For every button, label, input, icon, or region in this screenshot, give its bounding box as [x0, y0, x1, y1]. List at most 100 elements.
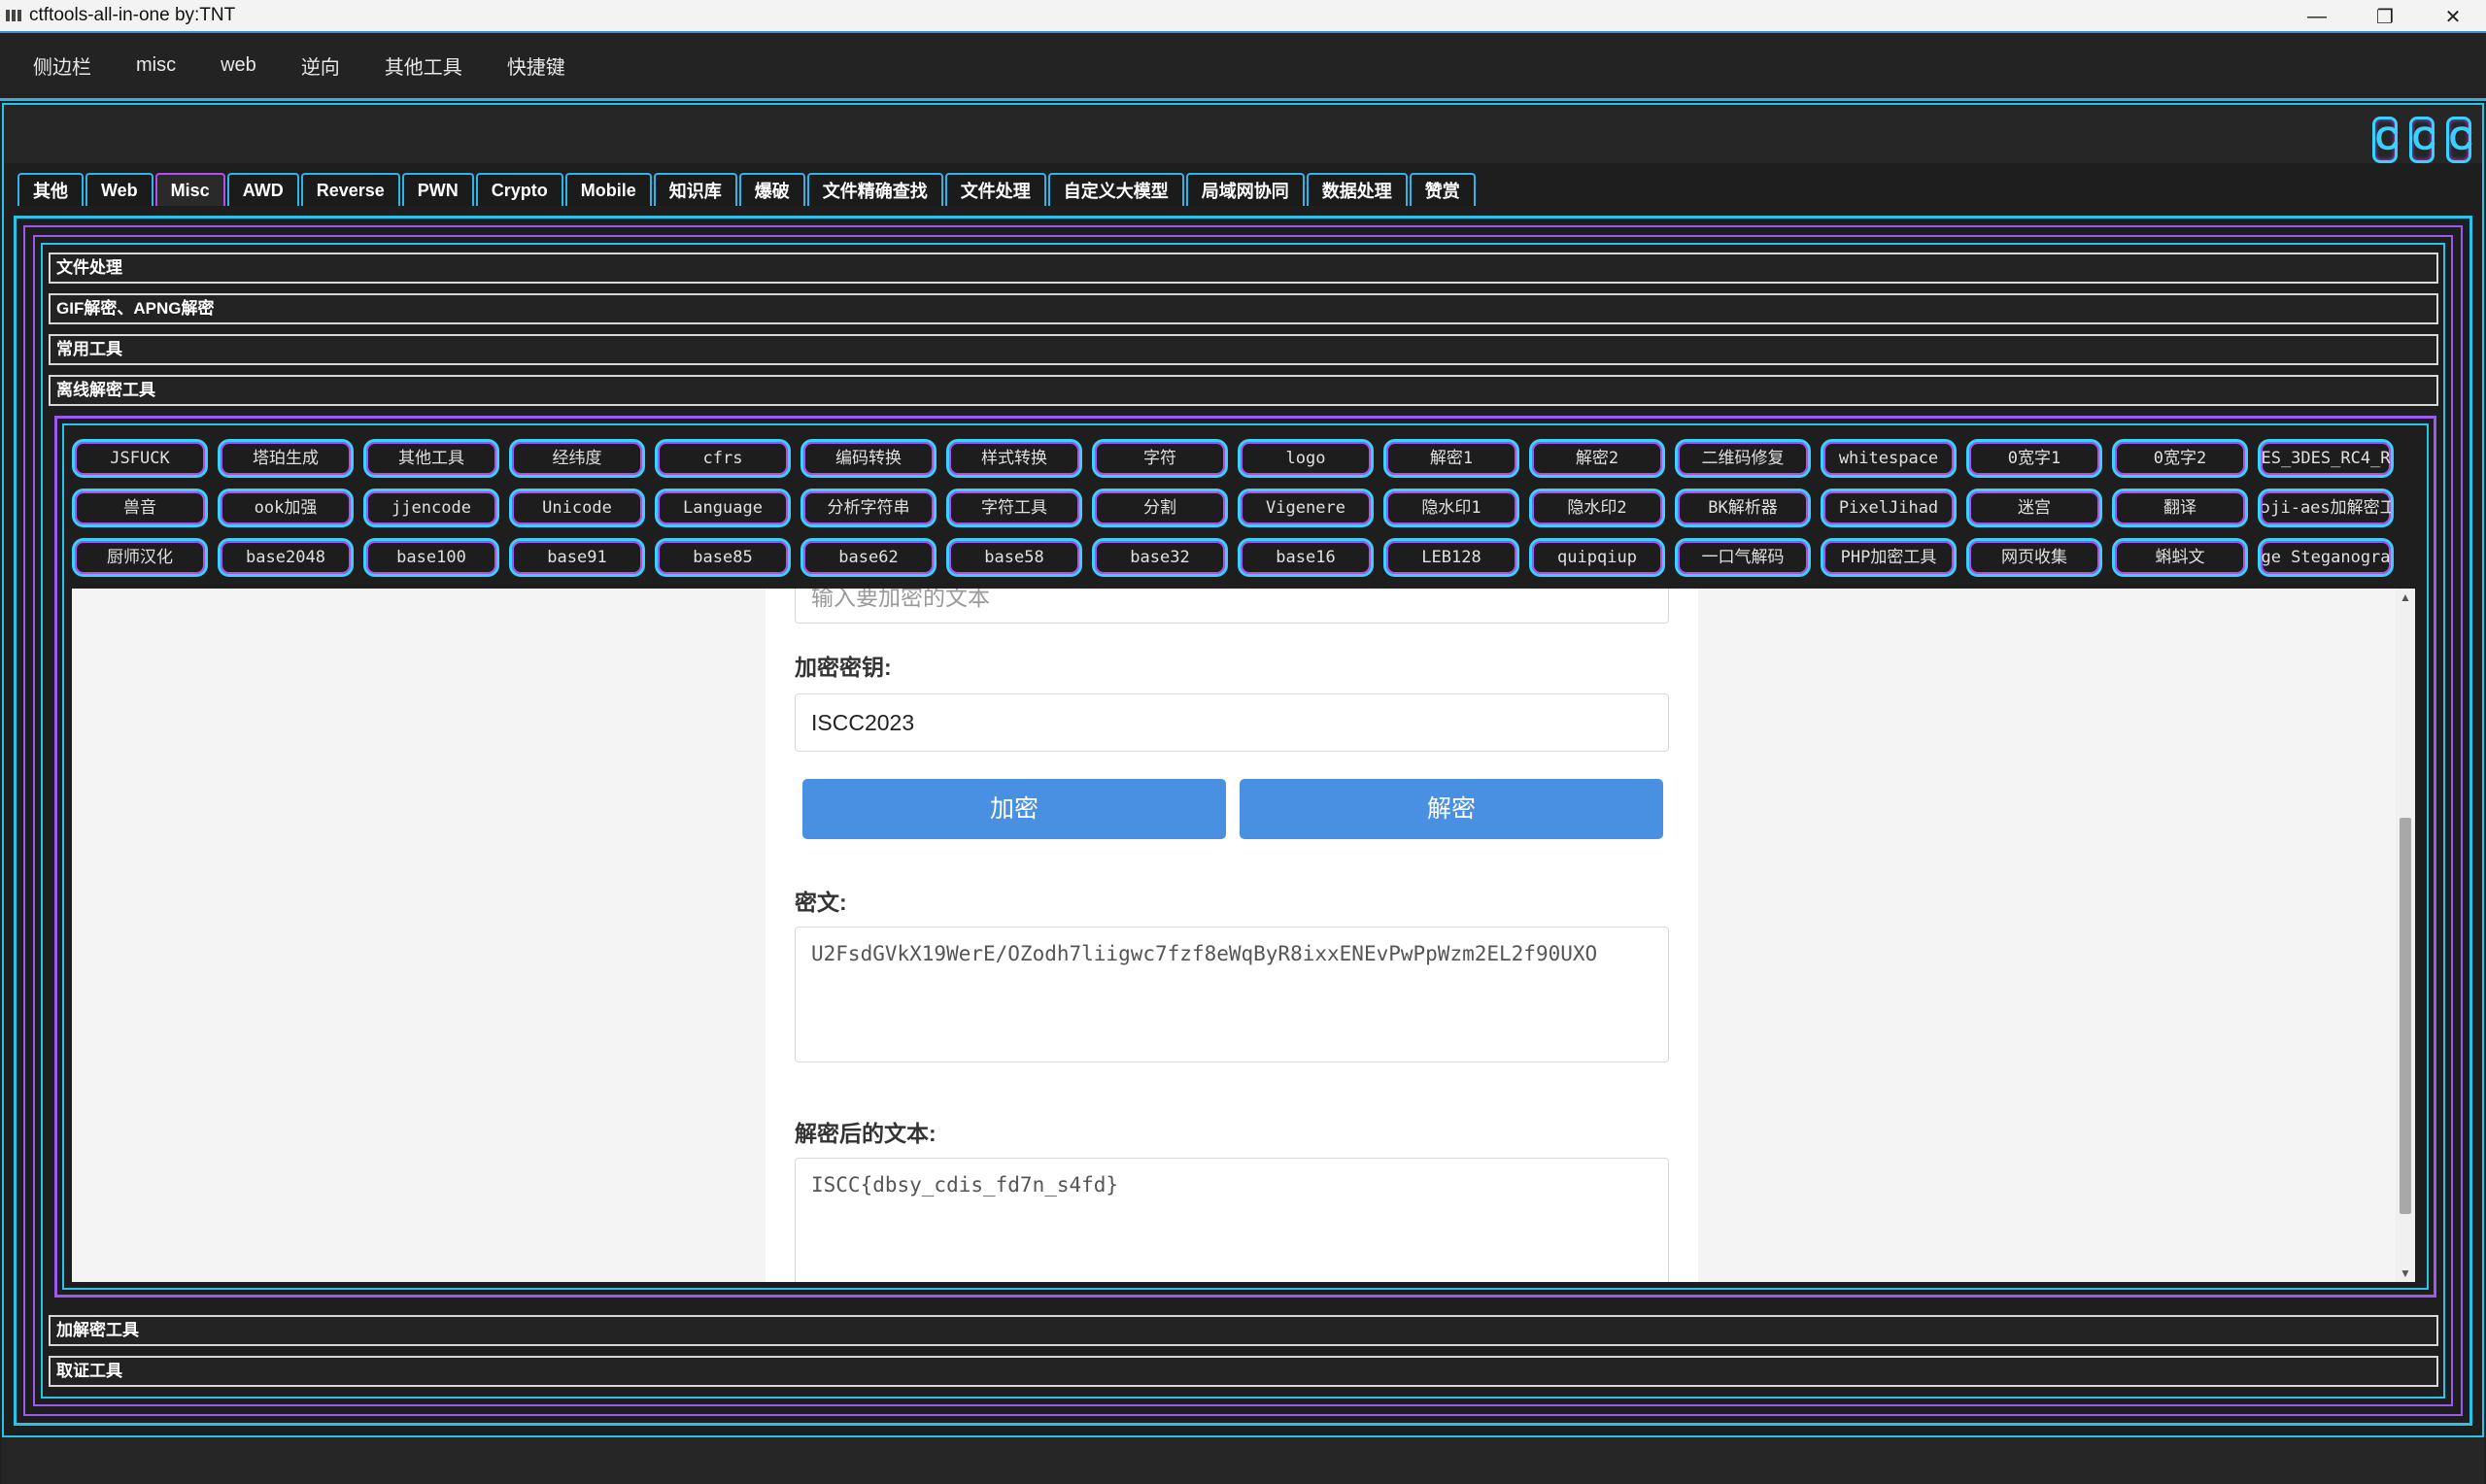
- tab-bar: 其他 Web Misc AWD Reverse PWN Crypto Mobil…: [17, 173, 1478, 208]
- tool-button[interactable]: logo: [1238, 439, 1374, 478]
- tool-button[interactable]: 隐水印2: [1529, 489, 1665, 527]
- decrypt-button[interactable]: 解密: [1240, 779, 1663, 839]
- tool-button[interactable]: 0宽字1: [1966, 439, 2102, 478]
- section-file-process[interactable]: 文件处理: [49, 253, 2438, 284]
- tool-button[interactable]: 迷宫: [1966, 489, 2102, 527]
- tool-button[interactable]: 隐水印1: [1383, 489, 1519, 527]
- tab-custom-llm[interactable]: 自定义大模型: [1047, 173, 1184, 206]
- tool-button[interactable]: LEB128: [1383, 538, 1519, 577]
- status-bar: [2, 1435, 2484, 1484]
- tool-button[interactable]: 兽音: [72, 489, 208, 527]
- tab-crypto[interactable]: Crypto: [475, 173, 563, 206]
- tool-button[interactable]: 分析字符串: [800, 489, 937, 527]
- tool-button[interactable]: 蝌蚪文: [2112, 538, 2248, 577]
- tool-button[interactable]: ɔji-aes加解密工: [2258, 489, 2394, 527]
- encrypt-button[interactable]: 加密: [802, 779, 1226, 839]
- key-input[interactable]: ISCC2023: [795, 693, 1669, 752]
- menu-shortcuts[interactable]: 快捷键: [507, 51, 565, 80]
- menu-other-tools[interactable]: 其他工具: [385, 51, 462, 80]
- tool-button[interactable]: 字符: [1092, 439, 1228, 478]
- tool-button[interactable]: Language: [655, 489, 791, 527]
- section-gif-apng[interactable]: GIF解密、APNG解密: [49, 293, 2438, 324]
- tool-button[interactable]: 翻译: [2112, 489, 2248, 527]
- scroll-up-icon[interactable]: ▲: [2400, 590, 2411, 604]
- menu-bar: 侧边栏 misc web 逆向 其他工具 快捷键: [0, 33, 2486, 101]
- menu-misc[interactable]: misc: [136, 54, 176, 77]
- tool-button[interactable]: 厨师汉化: [72, 538, 208, 577]
- section-offline-decrypt[interactable]: 离线解密工具: [49, 375, 2438, 406]
- corner-button-2[interactable]: C: [2409, 117, 2436, 163]
- tool-button[interactable]: 网页收集: [1966, 538, 2102, 577]
- web-scrollbar[interactable]: ▲ ▼: [2396, 589, 2415, 1282]
- tool-button[interactable]: 经纬度: [509, 439, 645, 478]
- tool-button[interactable]: Unicode: [509, 489, 645, 527]
- tab-file-search[interactable]: 文件精确查找: [806, 173, 943, 206]
- scroll-down-icon[interactable]: ▼: [2400, 1266, 2411, 1280]
- tool-button[interactable]: base16: [1238, 538, 1374, 577]
- tool-button[interactable]: 解密2: [1529, 439, 1665, 478]
- scroll-thumb[interactable]: [2400, 818, 2411, 1214]
- tool-button[interactable]: 一口气解码: [1675, 538, 1811, 577]
- tool-button[interactable]: PHP加密工具: [1821, 538, 1957, 577]
- tab-file-process[interactable]: 文件处理: [944, 173, 1046, 206]
- tab-bruteforce[interactable]: 爆破: [738, 173, 805, 206]
- tool-button[interactable]: BK解析器: [1675, 489, 1811, 527]
- tool-button[interactable]: base2048: [218, 538, 354, 577]
- tab-awd[interactable]: AWD: [226, 173, 299, 206]
- tab-reverse[interactable]: Reverse: [300, 173, 400, 206]
- tool-button[interactable]: 字符工具: [946, 489, 1082, 527]
- ciphertext-textarea[interactable]: U2FsdGVkX19WerE/OZodh7liigwc7fzf8eWqByR8…: [795, 927, 1669, 1062]
- tool-button[interactable]: 编码转换: [800, 439, 937, 478]
- menu-reverse[interactable]: 逆向: [301, 51, 340, 80]
- decrypted-textarea[interactable]: ISCC{dbsy_cdis_fd7n_s4fd}: [795, 1158, 1669, 1282]
- tool-button[interactable]: jjencode: [363, 489, 499, 527]
- tool-button[interactable]: 分割: [1092, 489, 1228, 527]
- tab-pwn[interactable]: PWN: [401, 173, 474, 206]
- web-view: 输入要加密的文本 加密密钥: ISCC2023 加密 解密 密文: U2FsdG…: [72, 589, 2415, 1282]
- corner-button-3[interactable]: C: [2446, 117, 2473, 163]
- section-common-tools[interactable]: 常用工具: [49, 334, 2438, 365]
- tab-web[interactable]: Web: [85, 173, 153, 206]
- minimize-button[interactable]: —: [2283, 0, 2351, 33]
- menu-web[interactable]: web: [221, 54, 256, 77]
- tab-mobile[interactable]: Mobile: [564, 173, 652, 206]
- tab-misc[interactable]: Misc: [154, 173, 225, 206]
- key-label: 加密密钥:: [795, 655, 892, 680]
- tab-knowledge[interactable]: 知识库: [653, 173, 737, 206]
- tool-button[interactable]: base91: [509, 538, 645, 577]
- tool-button[interactable]: cfrs: [655, 439, 791, 478]
- section-forensics[interactable]: 取证工具: [49, 1356, 2438, 1387]
- tab-data-process[interactable]: 数据处理: [1306, 173, 1408, 206]
- tab-donate[interactable]: 赞赏: [1409, 173, 1476, 206]
- tool-button[interactable]: base85: [655, 538, 791, 577]
- tool-button[interactable]: 二维码修复: [1675, 439, 1811, 478]
- tool-button[interactable]: base62: [800, 538, 937, 577]
- plaintext-input[interactable]: 输入要加密的文本: [795, 589, 1669, 624]
- tool-button[interactable]: quipqiup: [1529, 538, 1665, 577]
- tab-lan-collab[interactable]: 局域网协同: [1185, 173, 1305, 206]
- tool-button[interactable]: whitespace: [1821, 439, 1957, 478]
- tool-button[interactable]: ES_3DES_RC4_R: [2258, 439, 2394, 478]
- tool-button[interactable]: base100: [363, 538, 499, 577]
- tool-button[interactable]: base32: [1092, 538, 1228, 577]
- tab-other[interactable]: 其他: [17, 173, 84, 206]
- menu-sidebar[interactable]: 侧边栏: [33, 51, 91, 80]
- tool-button[interactable]: ge Steganogra: [2258, 538, 2394, 577]
- tool-button[interactable]: 塔珀生成: [218, 439, 354, 478]
- maximize-button[interactable]: ❐: [2351, 0, 2419, 33]
- tool-button[interactable]: JSFUCK: [72, 439, 208, 478]
- tool-button[interactable]: 0宽字2: [2112, 439, 2248, 478]
- corner-button-1[interactable]: C: [2372, 117, 2400, 163]
- tool-button[interactable]: ook加强: [218, 489, 354, 527]
- close-button[interactable]: ✕: [2419, 0, 2486, 33]
- app-icon: [6, 10, 21, 21]
- tool-button[interactable]: 其他工具: [363, 439, 499, 478]
- title-bar: ctftools-all-in-one by:TNT — ❐ ✕: [0, 0, 2486, 33]
- section-encrypt-decrypt[interactable]: 加解密工具: [49, 1315, 2438, 1346]
- tool-button[interactable]: PixelJihad: [1821, 489, 1957, 527]
- tool-button[interactable]: base58: [946, 538, 1082, 577]
- tool-button[interactable]: 样式转换: [946, 439, 1082, 478]
- ciphertext-label: 密文:: [795, 890, 847, 915]
- tool-button[interactable]: Vigenere: [1238, 489, 1374, 527]
- tool-button[interactable]: 解密1: [1383, 439, 1519, 478]
